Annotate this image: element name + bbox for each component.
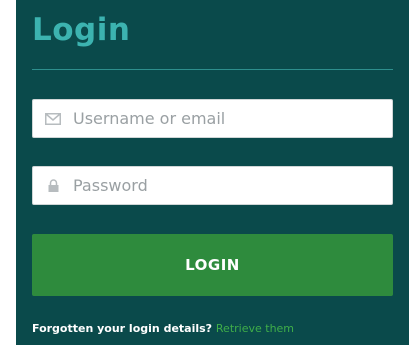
envelope-icon: [33, 100, 73, 137]
retrieve-link[interactable]: Retrieve them: [216, 322, 294, 335]
password-field-container: [32, 166, 393, 205]
username-input[interactable]: [73, 101, 373, 136]
login-title: Login: [32, 12, 131, 48]
forgot-text: Forgotten your login details?: [32, 322, 213, 335]
lock-icon: [33, 167, 73, 204]
username-field-container: [32, 99, 393, 138]
title-divider: [32, 69, 393, 70]
login-panel: Login LOGIN Forgotten your login details…: [16, 0, 409, 345]
password-input[interactable]: [73, 168, 373, 203]
forgot-login-line: Forgotten your login details? Retrieve t…: [32, 322, 294, 335]
login-button[interactable]: LOGIN: [32, 234, 393, 296]
